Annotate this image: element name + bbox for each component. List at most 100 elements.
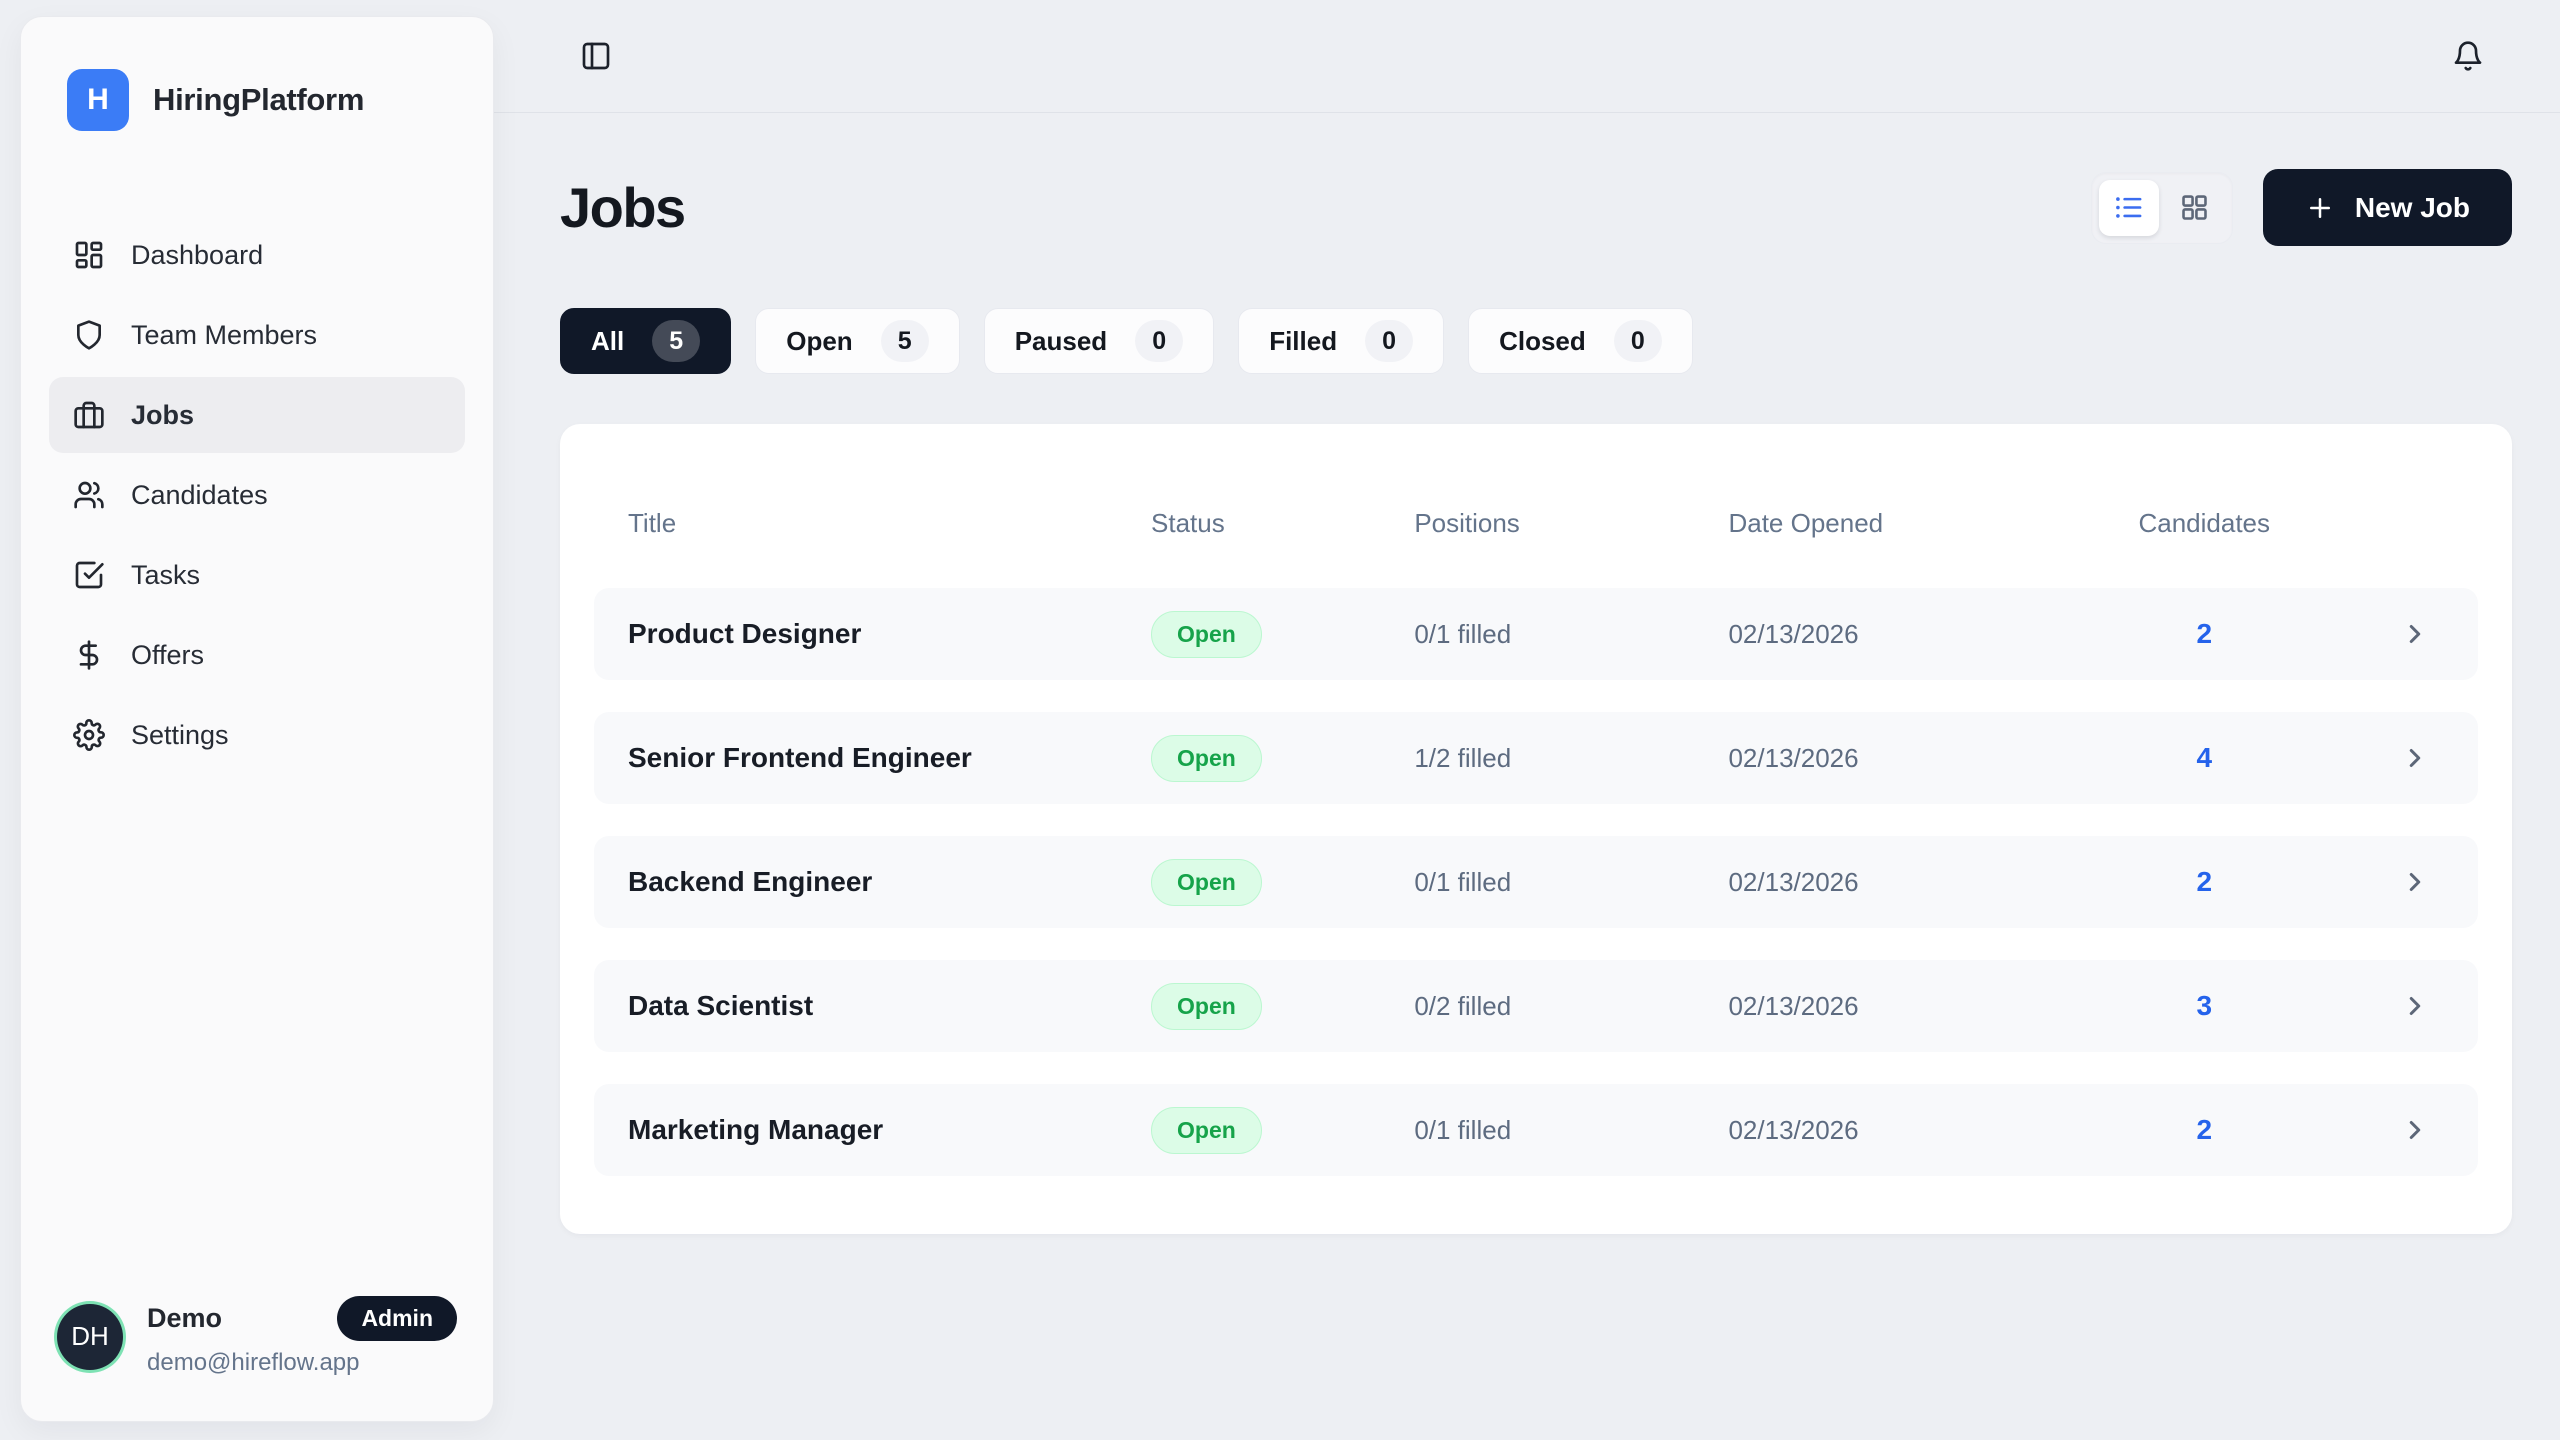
sidebar-item-jobs[interactable]: Jobs [49, 377, 465, 453]
filter-label: All [591, 326, 624, 357]
bell-icon [2452, 40, 2484, 72]
brand-name: HiringPlatform [153, 82, 364, 118]
positions-cell: 0/1 filled [1414, 619, 1728, 650]
candidate-count[interactable]: 4 [2090, 742, 2319, 774]
candidate-count[interactable]: 2 [2090, 618, 2319, 650]
date-opened-cell: 02/13/2026 [1728, 1115, 2089, 1146]
filter-count-badge: 5 [881, 320, 929, 362]
sidebar: H HiringPlatform Dashboard Team Members [20, 16, 494, 1422]
status-cell: Open [1151, 1107, 1414, 1154]
filter-count-badge: 0 [1135, 320, 1183, 362]
job-title: Product Designer [628, 618, 1151, 650]
sidebar-toggle-button[interactable] [574, 34, 618, 78]
filter-tab-paused[interactable]: Paused 0 [984, 308, 1215, 374]
table-row[interactable]: Data Scientist Open 0/2 filled 02/13/202… [594, 960, 2478, 1052]
sidebar-item-label: Offers [131, 640, 204, 671]
candidate-count[interactable]: 2 [2090, 1114, 2319, 1146]
briefcase-icon [73, 399, 105, 431]
status-cell: Open [1151, 611, 1414, 658]
status-badge: Open [1151, 983, 1262, 1030]
chevron-right-icon[interactable] [2319, 867, 2444, 897]
new-job-label: New Job [2355, 192, 2470, 224]
filter-label: Paused [1015, 326, 1108, 357]
date-opened-cell: 02/13/2026 [1728, 619, 2089, 650]
chevron-right-icon[interactable] [2319, 619, 2444, 649]
gear-icon [73, 719, 105, 751]
date-opened-cell: 02/13/2026 [1728, 867, 2089, 898]
status-cell: Open [1151, 735, 1414, 782]
sidebar-item-settings[interactable]: Settings [49, 697, 465, 773]
column-header-positions: Positions [1414, 508, 1728, 539]
status-cell: Open [1151, 859, 1414, 906]
grid-view-button[interactable] [2165, 180, 2225, 236]
page-title: Jobs [560, 175, 685, 240]
brand-logo-letter: H [87, 83, 109, 117]
sidebar-item-team-members[interactable]: Team Members [49, 297, 465, 373]
table-row[interactable]: Backend Engineer Open 0/1 filled 02/13/2… [594, 836, 2478, 928]
user-email: demo@hireflow.app [147, 1349, 457, 1377]
chevron-right-icon[interactable] [2319, 1115, 2444, 1145]
avatar: DH [57, 1304, 123, 1370]
plus-icon [2305, 193, 2335, 223]
job-title: Backend Engineer [628, 866, 1151, 898]
filter-tab-all[interactable]: All 5 [560, 308, 731, 374]
admin-badge: Admin [337, 1296, 457, 1341]
table-row[interactable]: Product Designer Open 0/1 filled 02/13/2… [594, 588, 2478, 680]
job-title: Data Scientist [628, 990, 1151, 1022]
brand-logo-icon: H [67, 69, 129, 131]
panel-left-icon [580, 40, 612, 72]
table-row[interactable]: Marketing Manager Open 0/1 filled 02/13/… [594, 1084, 2478, 1176]
sidebar-nav: Dashboard Team Members Jobs Candidates [49, 217, 465, 773]
brand: H HiringPlatform [49, 69, 465, 131]
sidebar-item-label: Team Members [131, 320, 317, 351]
filter-tab-open[interactable]: Open 5 [755, 308, 959, 374]
main-area: Jobs [494, 0, 2560, 1440]
table-row[interactable]: Senior Frontend Engineer Open 1/2 filled… [594, 712, 2478, 804]
status-badge: Open [1151, 1107, 1262, 1154]
positions-cell: 0/1 filled [1414, 867, 1728, 898]
positions-cell: 1/2 filled [1414, 743, 1728, 774]
column-header-title: Title [628, 508, 1151, 539]
user-name: Demo [147, 1303, 222, 1334]
notifications-button[interactable] [2446, 34, 2490, 78]
sidebar-item-tasks[interactable]: Tasks [49, 537, 465, 613]
sidebar-item-label: Jobs [131, 400, 194, 431]
list-view-button[interactable] [2099, 180, 2159, 236]
view-toggle [2091, 172, 2233, 244]
status-badge: Open [1151, 735, 1262, 782]
sidebar-item-offers[interactable]: Offers [49, 617, 465, 693]
filter-tab-closed[interactable]: Closed 0 [1468, 308, 1693, 374]
dashboard-icon [73, 239, 105, 271]
sidebar-item-label: Settings [131, 720, 229, 751]
check-square-icon [73, 559, 105, 591]
chevron-right-icon[interactable] [2319, 991, 2444, 1021]
page-head: Jobs [560, 169, 2512, 246]
candidate-count[interactable]: 3 [2090, 990, 2319, 1022]
page-content: Jobs [494, 113, 2560, 1234]
status-badge: Open [1151, 611, 1262, 658]
avatar-initials: DH [71, 1321, 109, 1352]
user-card[interactable]: DH Demo Admin demo@hireflow.app [49, 1296, 465, 1377]
sidebar-item-label: Tasks [131, 560, 200, 591]
column-header-date-opened: Date Opened [1728, 508, 2089, 539]
sidebar-item-candidates[interactable]: Candidates [49, 457, 465, 533]
dollar-icon [73, 639, 105, 671]
new-job-button[interactable]: New Job [2263, 169, 2512, 246]
status-badge: Open [1151, 859, 1262, 906]
job-title: Senior Frontend Engineer [628, 742, 1151, 774]
positions-cell: 0/2 filled [1414, 991, 1728, 1022]
head-actions: New Job [2091, 169, 2512, 246]
chevron-right-icon[interactable] [2319, 743, 2444, 773]
app-root: H HiringPlatform Dashboard Team Members [0, 0, 2560, 1440]
sidebar-item-dashboard[interactable]: Dashboard [49, 217, 465, 293]
filter-tab-filled[interactable]: Filled 0 [1238, 308, 1444, 374]
grid-icon [2179, 192, 2210, 223]
filter-count-badge: 5 [652, 320, 700, 362]
filter-label: Closed [1499, 326, 1586, 357]
positions-cell: 0/1 filled [1414, 1115, 1728, 1146]
sidebar-item-label: Dashboard [131, 240, 263, 271]
user-info: Demo Admin demo@hireflow.app [147, 1296, 457, 1377]
candidate-count[interactable]: 2 [2090, 866, 2319, 898]
status-cell: Open [1151, 983, 1414, 1030]
table-header: Title Status Positions Date Opened Candi… [594, 458, 2478, 588]
